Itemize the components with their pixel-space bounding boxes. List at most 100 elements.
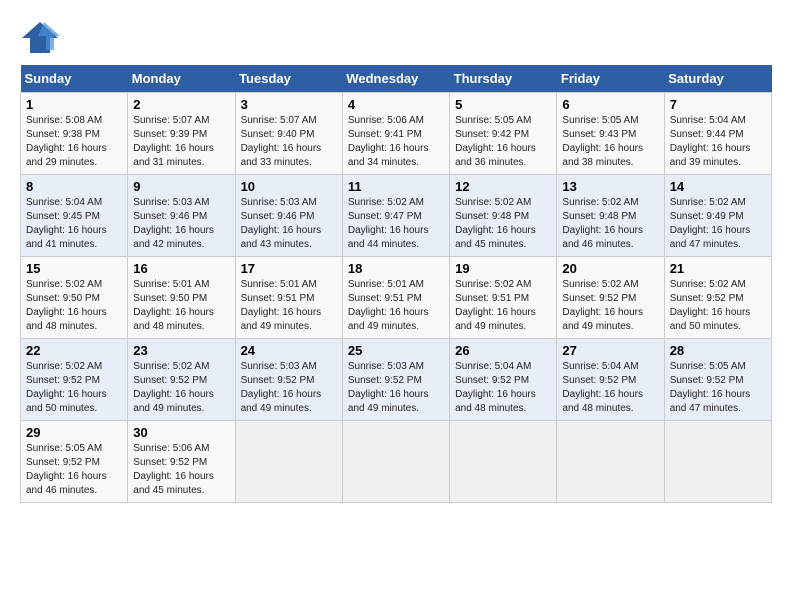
day-of-week-header: Wednesday	[342, 65, 449, 93]
day-number: 27	[562, 343, 658, 358]
day-number: 8	[26, 179, 122, 194]
day-info: Sunrise: 5:02 AM Sunset: 9:49 PM Dayligh…	[670, 196, 766, 252]
day-info: Sunrise: 5:02 AM Sunset: 9:52 PM Dayligh…	[133, 360, 229, 416]
days-of-week-row: SundayMondayTuesdayWednesdayThursdayFrid…	[21, 65, 772, 93]
day-of-week-header: Saturday	[664, 65, 771, 93]
day-info: Sunrise: 5:03 AM Sunset: 9:46 PM Dayligh…	[241, 196, 337, 252]
day-number: 23	[133, 343, 229, 358]
day-info: Sunrise: 5:01 AM Sunset: 9:51 PM Dayligh…	[348, 278, 444, 334]
calendar-cell: 26 Sunrise: 5:04 AM Sunset: 9:52 PM Dayli…	[450, 339, 557, 421]
day-number: 19	[455, 261, 551, 276]
day-number: 10	[241, 179, 337, 194]
calendar-cell: 19 Sunrise: 5:02 AM Sunset: 9:51 PM Dayli…	[450, 257, 557, 339]
day-number: 6	[562, 97, 658, 112]
calendar-cell: 10 Sunrise: 5:03 AM Sunset: 9:46 PM Dayli…	[235, 175, 342, 257]
day-info: Sunrise: 5:01 AM Sunset: 9:50 PM Dayligh…	[133, 278, 229, 334]
logo	[20, 20, 64, 55]
calendar-week-row: 15 Sunrise: 5:02 AM Sunset: 9:50 PM Dayli…	[21, 257, 772, 339]
calendar-cell: 7 Sunrise: 5:04 AM Sunset: 9:44 PM Daylig…	[664, 93, 771, 175]
calendar-cell: 28 Sunrise: 5:05 AM Sunset: 9:52 PM Dayli…	[664, 339, 771, 421]
calendar-cell: 27 Sunrise: 5:04 AM Sunset: 9:52 PM Dayli…	[557, 339, 664, 421]
day-info: Sunrise: 5:05 AM Sunset: 9:42 PM Dayligh…	[455, 114, 551, 170]
day-number: 21	[670, 261, 766, 276]
day-number: 28	[670, 343, 766, 358]
calendar-cell	[664, 421, 771, 503]
day-info: Sunrise: 5:06 AM Sunset: 9:52 PM Dayligh…	[133, 442, 229, 498]
day-info: Sunrise: 5:02 AM Sunset: 9:47 PM Dayligh…	[348, 196, 444, 252]
day-of-week-header: Thursday	[450, 65, 557, 93]
calendar-cell: 17 Sunrise: 5:01 AM Sunset: 9:51 PM Dayli…	[235, 257, 342, 339]
day-number: 4	[348, 97, 444, 112]
day-number: 13	[562, 179, 658, 194]
calendar-table: SundayMondayTuesdayWednesdayThursdayFrid…	[20, 65, 772, 503]
calendar-cell: 25Sunrise: 5:03 AM Sunset: 9:52 PM Dayli…	[342, 339, 449, 421]
day-info: Sunrise: 5:07 AM Sunset: 9:40 PM Dayligh…	[241, 114, 337, 170]
day-info: Sunrise: 5:02 AM Sunset: 9:50 PM Dayligh…	[26, 278, 122, 334]
calendar-cell: 30 Sunrise: 5:06 AM Sunset: 9:52 PM Dayli…	[128, 421, 235, 503]
day-info: Sunrise: 5:03 AM Sunset: 9:46 PM Dayligh…	[133, 196, 229, 252]
day-info: Sunrise: 5:04 AM Sunset: 9:45 PM Dayligh…	[26, 196, 122, 252]
calendar-cell: 29Sunrise: 5:05 AM Sunset: 9:52 PM Dayli…	[21, 421, 128, 503]
day-number: 7	[670, 97, 766, 112]
header	[20, 20, 772, 55]
calendar-cell: 8 Sunrise: 5:04 AM Sunset: 9:45 PM Daylig…	[21, 175, 128, 257]
day-number: 26	[455, 343, 551, 358]
day-info: Sunrise: 5:02 AM Sunset: 9:52 PM Dayligh…	[670, 278, 766, 334]
calendar-cell: 18 Sunrise: 5:01 AM Sunset: 9:51 PM Dayli…	[342, 257, 449, 339]
day-number: 17	[241, 261, 337, 276]
day-info: Sunrise: 5:07 AM Sunset: 9:39 PM Dayligh…	[133, 114, 229, 170]
calendar-cell: 4 Sunrise: 5:06 AM Sunset: 9:41 PM Daylig…	[342, 93, 449, 175]
calendar-cell: 14 Sunrise: 5:02 AM Sunset: 9:49 PM Dayli…	[664, 175, 771, 257]
calendar-cell: 20 Sunrise: 5:02 AM Sunset: 9:52 PM Dayli…	[557, 257, 664, 339]
day-number: 16	[133, 261, 229, 276]
day-info: Sunrise: 5:06 AM Sunset: 9:41 PM Dayligh…	[348, 114, 444, 170]
day-number: 18	[348, 261, 444, 276]
day-info: Sunrise: 5:04 AM Sunset: 9:52 PM Dayligh…	[562, 360, 658, 416]
day-of-week-header: Friday	[557, 65, 664, 93]
day-number: 3	[241, 97, 337, 112]
calendar-cell: 15 Sunrise: 5:02 AM Sunset: 9:50 PM Dayli…	[21, 257, 128, 339]
calendar-week-row: 1Sunrise: 5:08 AM Sunset: 9:38 PM Daylig…	[21, 93, 772, 175]
day-number: 1	[26, 97, 122, 112]
calendar-cell	[342, 421, 449, 503]
calendar-cell: 6Sunrise: 5:05 AM Sunset: 9:43 PM Daylig…	[557, 93, 664, 175]
calendar-cell: 5 Sunrise: 5:05 AM Sunset: 9:42 PM Daylig…	[450, 93, 557, 175]
day-number: 11	[348, 179, 444, 194]
day-of-week-header: Monday	[128, 65, 235, 93]
day-number: 14	[670, 179, 766, 194]
day-number: 15	[26, 261, 122, 276]
day-info: Sunrise: 5:02 AM Sunset: 9:48 PM Dayligh…	[455, 196, 551, 252]
calendar-week-row: 22 Sunrise: 5:02 AM Sunset: 9:52 PM Dayli…	[21, 339, 772, 421]
day-number: 29	[26, 425, 122, 440]
day-info: Sunrise: 5:02 AM Sunset: 9:48 PM Dayligh…	[562, 196, 658, 252]
day-number: 9	[133, 179, 229, 194]
calendar-cell: 1Sunrise: 5:08 AM Sunset: 9:38 PM Daylig…	[21, 93, 128, 175]
day-of-week-header: Sunday	[21, 65, 128, 93]
day-number: 30	[133, 425, 229, 440]
day-number: 22	[26, 343, 122, 358]
day-info: Sunrise: 5:04 AM Sunset: 9:44 PM Dayligh…	[670, 114, 766, 170]
day-number: 20	[562, 261, 658, 276]
day-info: Sunrise: 5:02 AM Sunset: 9:51 PM Dayligh…	[455, 278, 551, 334]
calendar-cell	[235, 421, 342, 503]
calendar-cell: 3 Sunrise: 5:07 AM Sunset: 9:40 PM Daylig…	[235, 93, 342, 175]
day-info: Sunrise: 5:02 AM Sunset: 9:52 PM Dayligh…	[562, 278, 658, 334]
day-number: 2	[133, 97, 229, 112]
day-info: Sunrise: 5:04 AM Sunset: 9:52 PM Dayligh…	[455, 360, 551, 416]
logo-icon	[20, 20, 60, 55]
day-info: Sunrise: 5:02 AM Sunset: 9:52 PM Dayligh…	[26, 360, 122, 416]
calendar-cell	[557, 421, 664, 503]
day-info: Sunrise: 5:01 AM Sunset: 9:51 PM Dayligh…	[241, 278, 337, 334]
calendar-cell: 11 Sunrise: 5:02 AM Sunset: 9:47 PM Dayli…	[342, 175, 449, 257]
day-number: 5	[455, 97, 551, 112]
calendar-week-row: 29Sunrise: 5:05 AM Sunset: 9:52 PM Dayli…	[21, 421, 772, 503]
calendar-cell: 16 Sunrise: 5:01 AM Sunset: 9:50 PM Dayli…	[128, 257, 235, 339]
calendar-cell	[450, 421, 557, 503]
day-info: Sunrise: 5:05 AM Sunset: 9:52 PM Dayligh…	[670, 360, 766, 416]
day-of-week-header: Tuesday	[235, 65, 342, 93]
calendar-cell: 21 Sunrise: 5:02 AM Sunset: 9:52 PM Dayli…	[664, 257, 771, 339]
day-number: 25	[348, 343, 444, 358]
calendar-body: 1Sunrise: 5:08 AM Sunset: 9:38 PM Daylig…	[21, 93, 772, 503]
day-info: Sunrise: 5:03 AM Sunset: 9:52 PM Dayligh…	[241, 360, 337, 416]
calendar-cell: 12Sunrise: 5:02 AM Sunset: 9:48 PM Dayli…	[450, 175, 557, 257]
